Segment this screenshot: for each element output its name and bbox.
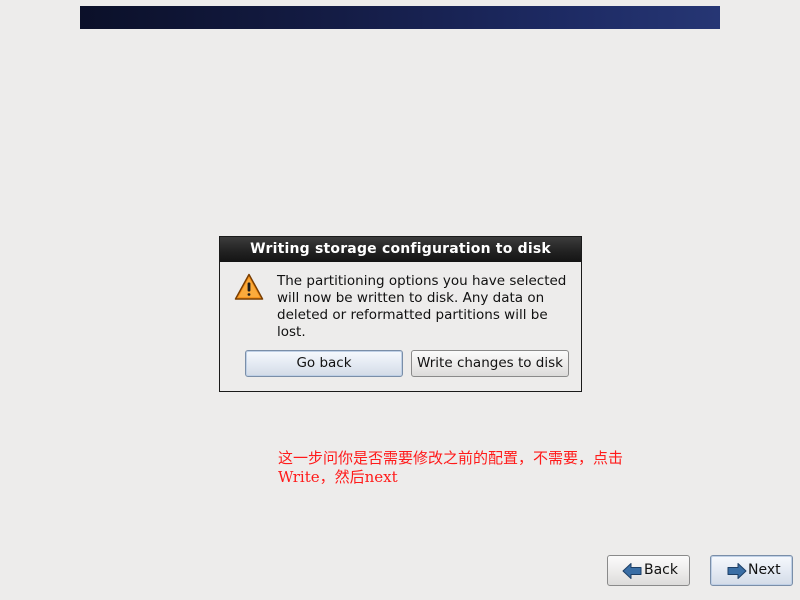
warning-icon [234, 273, 264, 301]
go-back-button[interactable]: Go back [245, 350, 403, 377]
header-banner [80, 6, 720, 29]
annotation-line-2: Write，然后next [278, 468, 398, 486]
annotation-line-1: 这一步问你是否需要修改之前的配置，不需要，点击 [278, 449, 624, 467]
back-button-label: Back [644, 562, 678, 578]
arrow-left-icon [622, 562, 642, 580]
next-button-label: Next [748, 562, 781, 578]
confirm-write-dialog: Writing storage configuration to disk Th… [219, 236, 582, 392]
back-button[interactable]: Back [607, 555, 690, 586]
dialog-message: The partitioning options you have select… [277, 273, 567, 340]
dialog-title: Writing storage configuration to disk [220, 237, 581, 262]
write-changes-button[interactable]: Write changes to disk [411, 350, 569, 377]
instruction-annotation: 这一步问你是否需要修改之前的配置，不需要，点击 Write，然后next [278, 449, 718, 487]
arrow-right-icon [727, 562, 747, 580]
next-button[interactable]: Next [710, 555, 793, 586]
